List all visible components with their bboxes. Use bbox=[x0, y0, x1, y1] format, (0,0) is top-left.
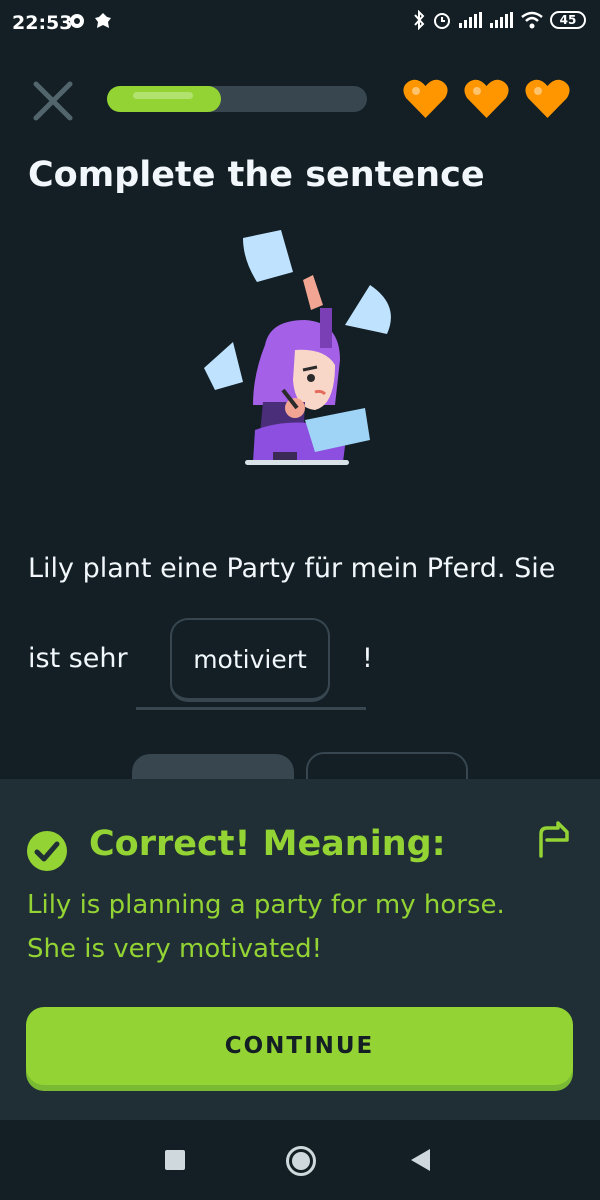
translation-text: Lily is planning a party for my horse. S… bbox=[27, 890, 505, 964]
continue-button[interactable]: CONTINUE bbox=[26, 1007, 573, 1085]
status-time: 22:53 bbox=[12, 12, 73, 34]
heart-icon bbox=[403, 79, 448, 118]
heart-icon bbox=[464, 79, 509, 118]
back-icon[interactable] bbox=[411, 1149, 430, 1171]
bluetooth-icon bbox=[414, 10, 425, 30]
selected-word-chip[interactable]: motiviert bbox=[170, 618, 330, 702]
answer-blank-line bbox=[136, 707, 366, 710]
report-flag-icon[interactable] bbox=[536, 820, 572, 858]
sentence-suffix: ! bbox=[362, 643, 373, 674]
recent-apps-icon[interactable] bbox=[165, 1150, 185, 1170]
progress-shine bbox=[133, 92, 193, 99]
lesson-progress-bar bbox=[107, 86, 367, 112]
wifi-icon bbox=[521, 11, 543, 29]
signal-icon bbox=[459, 12, 482, 28]
lily-character-illustration bbox=[204, 230, 391, 465]
signal-icon bbox=[490, 12, 513, 28]
status-bar: 22:53 45 bbox=[0, 0, 600, 48]
progress-fill bbox=[107, 86, 222, 112]
alarm-icon bbox=[434, 13, 450, 29]
battery-level: 45 bbox=[559, 13, 577, 27]
feedback-title: Correct! Meaning: bbox=[89, 824, 446, 864]
battery-icon: 45 bbox=[550, 11, 586, 29]
heart-icon bbox=[525, 79, 570, 118]
close-icon[interactable] bbox=[30, 78, 76, 124]
leaf-icon bbox=[95, 13, 111, 28]
sentence-prefix: ist sehr bbox=[28, 643, 128, 674]
page-title: Complete the sentence bbox=[28, 155, 485, 195]
home-icon[interactable] bbox=[286, 1146, 316, 1176]
check-circle-icon bbox=[27, 831, 67, 871]
hearts bbox=[402, 78, 571, 120]
notification-icon bbox=[70, 14, 84, 28]
sentence-line-1: Lily plant eine Party für mein Pferd. Si… bbox=[28, 553, 556, 584]
